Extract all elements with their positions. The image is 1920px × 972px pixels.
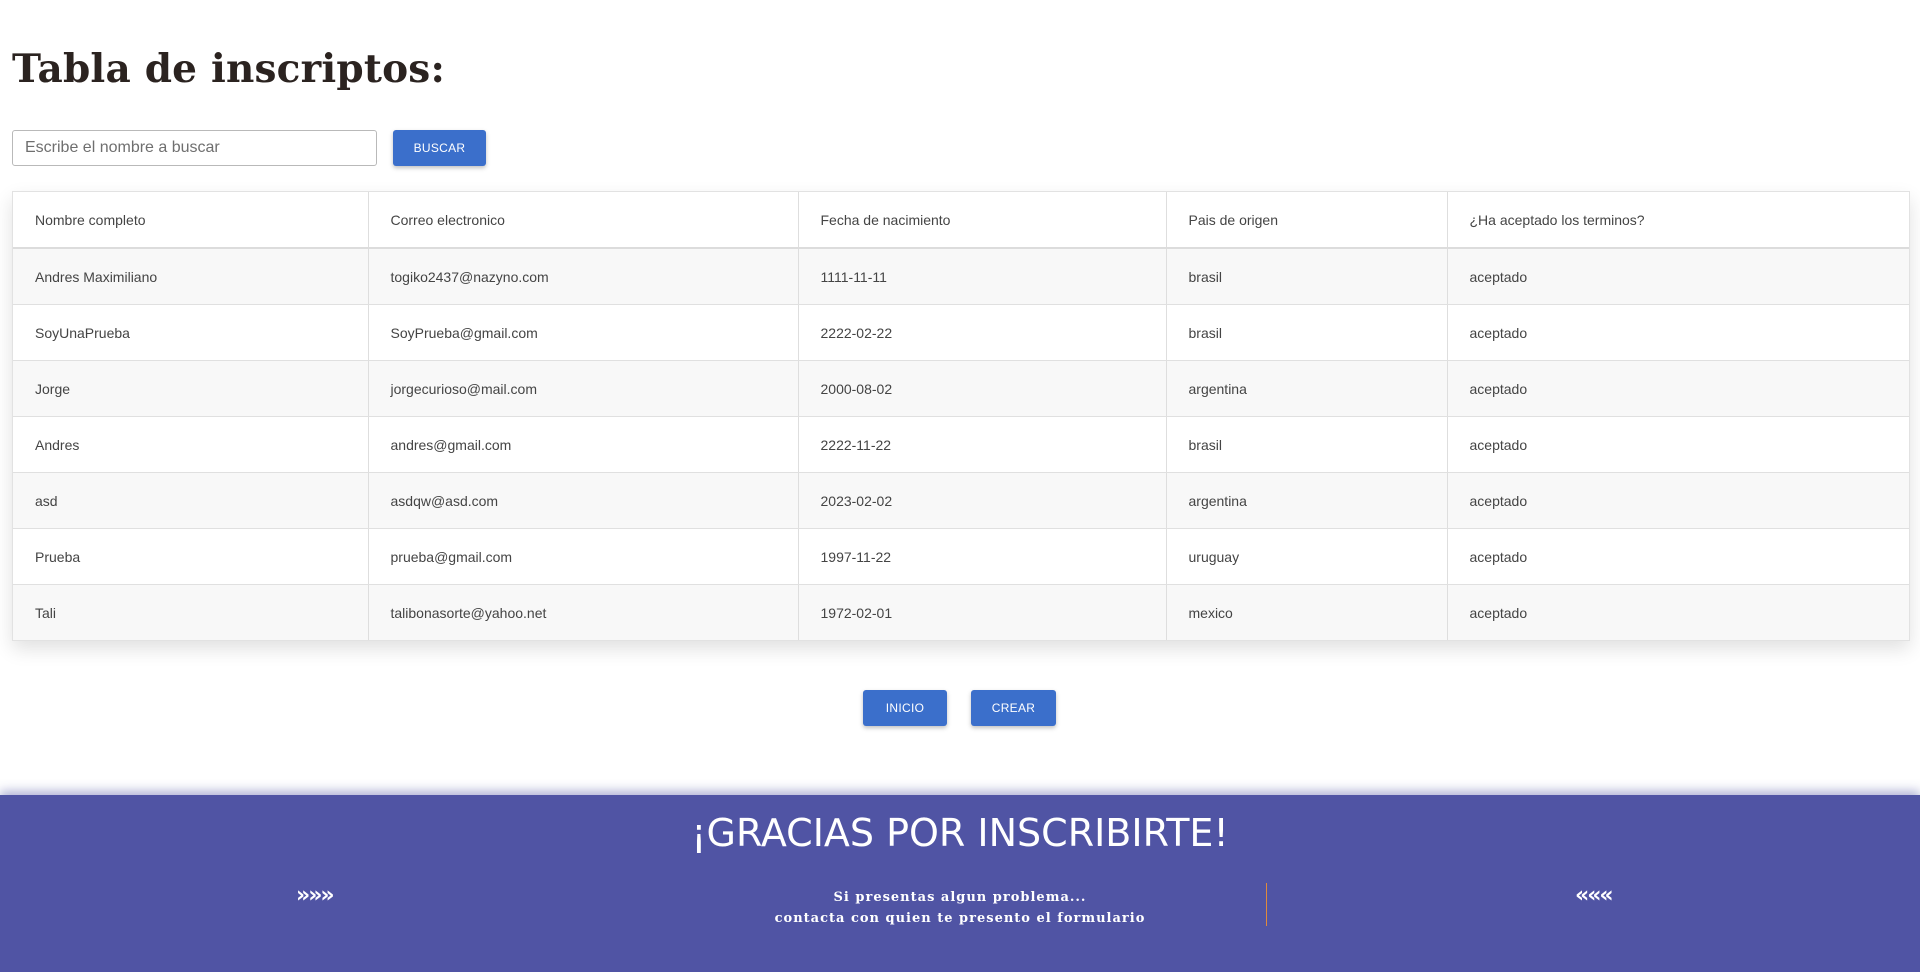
table-header-row: Nombre completo Correo electronico Fecha… [13,192,1909,249]
cell-email: talibonasorte@yahoo.net [368,584,799,640]
crear-button[interactable]: CREAR [971,690,1056,726]
cell-country: brasil [1166,248,1448,305]
column-header-country: Pais de origen [1166,192,1448,249]
chevrons-left-icon: ««« [1575,883,1614,908]
footer-title: ¡GRACIAS POR INSCRIBIRTE! [691,811,1229,855]
column-header-name: Nombre completo [13,192,369,249]
cell-country: mexico [1166,584,1448,640]
search-input[interactable] [12,130,377,166]
cell-name: Andres [13,416,369,473]
column-header-terms: ¿Ha aceptado los terminos? [1447,192,1909,249]
table-row: Jorge jorgecurioso@mail.com 2000-08-02 a… [13,360,1909,417]
cell-terms: aceptado [1447,472,1909,529]
cell-name: SoyUnaPrueba [13,304,369,361]
cell-birthdate: 2023-02-02 [798,472,1167,529]
cell-email: prueba@gmail.com [368,528,799,585]
cell-name: Prueba [13,528,369,585]
cell-birthdate: 2222-11-22 [798,416,1167,473]
cell-terms: aceptado [1447,528,1909,585]
cell-birthdate: 2222-02-22 [798,304,1167,361]
cell-email: togiko2437@nazyno.com [368,248,799,305]
chevrons-right-icon: »»» [296,883,335,908]
cell-name: asd [13,472,369,529]
footer-divider [1266,883,1267,926]
cell-country: argentina [1166,360,1448,417]
cell-terms: aceptado [1447,584,1909,640]
inicio-button[interactable]: INICIO [863,690,947,726]
registrants-table: Nombre completo Correo electronico Fecha… [12,191,1910,641]
search-bar: BUSCAR [12,130,486,166]
cell-name: Tali [13,584,369,640]
column-header-birthdate: Fecha de nacimiento [798,192,1167,249]
cell-terms: aceptado [1447,416,1909,473]
cell-email: SoyPrueba@gmail.com [368,304,799,361]
cell-country: uruguay [1166,528,1448,585]
cell-email: andres@gmail.com [368,416,799,473]
cell-birthdate: 2000-08-02 [798,360,1167,417]
cell-country: brasil [1166,304,1448,361]
cell-birthdate: 1972-02-01 [798,584,1167,640]
table-row: Andres andres@gmail.com 2222-11-22 brasi… [13,416,1909,473]
table-row: Andres Maximiliano togiko2437@nazyno.com… [13,248,1909,305]
cell-terms: aceptado [1447,360,1909,417]
footer-message-line2: contacta con quien te presento el formul… [774,911,1146,926]
table-row: Tali talibonasorte@yahoo.net 1972-02-01 … [13,584,1909,640]
cell-name: Jorge [13,360,369,417]
cell-name: Andres Maximiliano [13,248,369,305]
cell-email: asdqw@asd.com [368,472,799,529]
page-title: Tabla de inscriptos: [12,46,446,92]
cell-birthdate: 1111-11-11 [798,248,1167,305]
cell-country: brasil [1166,416,1448,473]
table-row: asd asdqw@asd.com 2023-02-02 argentina a… [13,472,1909,529]
table-row: SoyUnaPrueba SoyPrueba@gmail.com 2222-02… [13,304,1909,361]
footer: ¡GRACIAS POR INSCRIBIRTE! »»» Si present… [0,795,1920,972]
action-buttons: INICIO CREAR [863,690,1056,726]
cell-terms: aceptado [1447,304,1909,361]
cell-birthdate: 1997-11-22 [798,528,1167,585]
cell-email: jorgecurioso@mail.com [368,360,799,417]
search-button[interactable]: BUSCAR [393,130,486,166]
table-row: Prueba prueba@gmail.com 1997-11-22 urugu… [13,528,1909,585]
footer-message-line1: Si presentas algun problema... [833,890,1087,905]
column-header-email: Correo electronico [368,192,799,249]
footer-message: Si presentas algun problema... contacta … [560,887,1360,929]
cell-country: argentina [1166,472,1448,529]
cell-terms: aceptado [1447,248,1909,305]
